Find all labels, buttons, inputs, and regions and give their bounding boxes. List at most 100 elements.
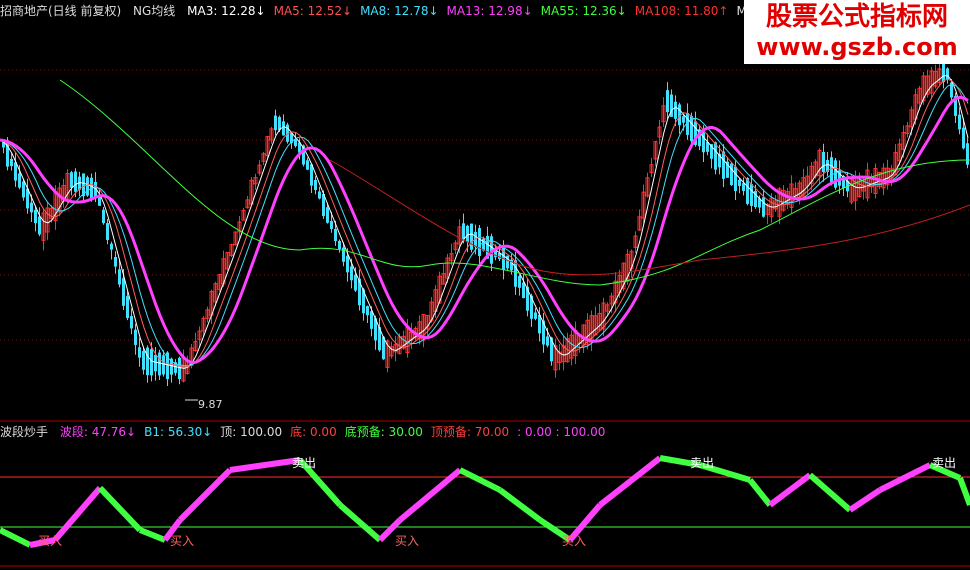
oscillator-segment [498,487,542,523]
ma13-line [0,95,969,365]
candle-body [350,266,353,281]
ma-value-0: MA3: 12.28↓ [187,4,266,18]
candle-body [38,216,41,235]
candle-body [714,142,717,170]
indicator-header: 波段炒手 波段: 47.76↓ B1: 56.30↓ 顶: 100.00 底: 0.0… [0,423,621,441]
ma8-line [0,83,969,367]
candle-body [518,275,521,288]
candle-body [14,162,17,181]
indicator-value-6: : 0.00 : 100.00 [517,425,606,439]
oscillator-segment [458,467,502,493]
candle-body [946,68,949,80]
oscillator-segment [0,527,32,548]
low-price-label: 9.87 [198,398,223,411]
watermark-logo: 股票公式指标网 www.gszb.com [744,0,970,64]
candle-body [674,101,677,119]
candle-body [326,207,329,223]
candle-body [338,240,341,250]
candle-body [102,209,105,224]
candle-body [130,316,133,329]
indicator-value-5: 顶预备: 70.00 [430,425,510,439]
candle-body [154,354,157,372]
oscillator-segment [97,485,143,533]
candle-body [942,62,945,83]
ma-value-1: MA5: 12.52↓ [273,4,353,18]
ma-value-3: MA13: 12.98↓ [446,4,533,18]
candle-body [138,347,141,358]
signal-sell-5: 卖出 [690,456,714,470]
candle-body [10,158,13,167]
oscillator-segment [138,527,167,543]
ma-value-2: MA8: 12.78↓ [360,4,439,18]
candle-body [354,274,357,291]
oscillator-segment [52,486,103,542]
candle-body [106,223,109,241]
indicator-value-2: 顶: 100.00 [220,425,283,439]
indicator-value-3: 底: 0.00 [290,425,337,439]
watermark-line1: 股票公式指标网 [765,2,948,32]
candle-body [146,347,149,376]
stock-title: 招商地产(日线 前复权) [0,4,122,18]
oscillator-segment [808,472,852,513]
candle-body [334,228,337,242]
candle-body [142,351,145,370]
candle-body [162,355,165,375]
ma3-line [0,75,969,369]
indicator-value-4: 底预备: 30.00 [344,425,423,439]
oscillator-segment [598,455,662,508]
candle-body [114,256,117,267]
price-chart[interactable]: 9.87 买入 买入 买入 买入 卖出 卖出 卖出 [0,0,970,570]
candle-body [742,183,745,191]
signal-buy-1: 买入 [170,534,194,548]
candle-body [750,184,753,206]
candle-body [158,352,161,376]
indicator-name: 波段炒手 [0,425,49,439]
candle-body [274,115,277,131]
candle-body [126,296,129,319]
signal-sell-4: 卖出 [292,456,316,470]
candle-body [70,172,73,188]
candle-body [546,336,549,346]
candle-body [30,202,33,213]
candle-body [134,329,137,345]
candle-body [122,278,125,306]
indicator-title: NG均线 [133,4,176,18]
oscillator-segment [747,478,773,507]
candle-body [86,177,89,196]
signal-sell-6: 卖出 [932,456,956,470]
signal-buy-0: 买入 [38,534,62,548]
candle-body [534,312,537,319]
candle-body [470,223,473,250]
ma-value-4: MA55: 12.36↓ [540,4,627,18]
candle-body [822,151,825,173]
candle-body [366,306,369,316]
indicator-value-1: B1: 56.30↓ [144,425,213,439]
candle-body [346,255,349,273]
oscillator-segment [229,457,301,473]
candle-body [178,357,181,380]
candle-body [738,179,741,187]
ma5-line [0,78,969,368]
candle-body [98,196,101,206]
candle-body [958,114,961,130]
candle-body [74,171,77,192]
candle-body [462,223,465,240]
candle-body [466,225,469,243]
main-chart-header: 招商地产(日线 前复权) NG均线 MA3: 12.28↓ MA5: 12.52↓… [0,2,846,20]
candle-body [962,127,965,149]
candle-body [18,173,21,188]
candle-body [282,121,285,136]
candle-body [314,179,317,191]
candle-body [150,349,153,376]
candle-body [734,166,737,191]
oscillator-segment [768,472,812,508]
candle-body [34,209,37,224]
indicator-value-0: 波段: 47.76↓ [59,425,137,439]
candle-body [118,269,121,285]
ma-value-5: MA108: 11.80↑ [634,4,729,18]
oscillator-segment [957,476,970,507]
signal-buy-3: 买入 [562,534,586,548]
candle-body [966,143,969,165]
candle-body [478,228,481,256]
candle-body [330,221,333,229]
